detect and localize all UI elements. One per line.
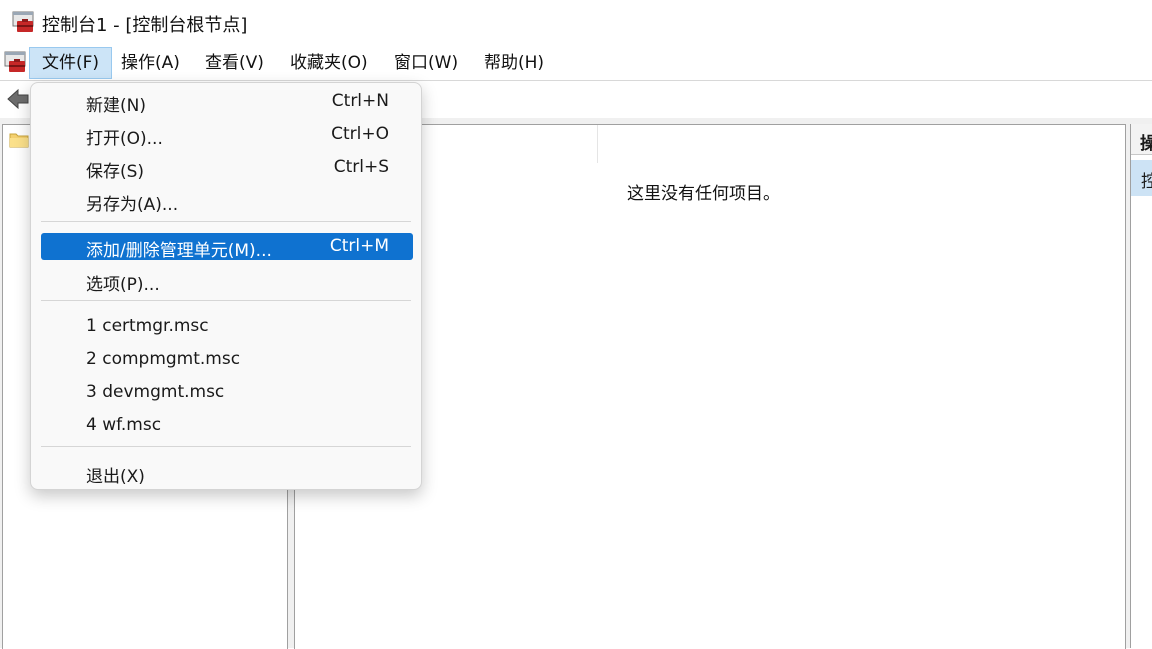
menu-action[interactable]: 操作(A) [109,47,192,79]
back-arrow-icon[interactable] [6,87,30,111]
menu-item-save[interactable]: 保存(S) Ctrl+S [41,154,413,182]
recent-file-certmgr[interactable]: 1 certmgr.msc [41,313,413,340]
menu-separator [41,221,411,222]
title-bar: 控制台1 - [控制台根节点] [0,0,1152,46]
system-menu-icon[interactable] [4,50,28,74]
menu-item-shortcut: Ctrl+O [331,124,389,144]
menu-separator [41,446,411,447]
menu-item-options[interactable]: 选项(P)... [41,267,413,295]
window-title: 控制台1 - [控制台根节点] [42,15,248,36]
folder-icon [9,133,29,148]
menu-separator [41,300,411,301]
menu-item-add-remove-snapin[interactable]: 添加/删除管理单元(M)... Ctrl+M [41,233,413,261]
menu-item-label: 3 devmgmt.msc [86,382,225,402]
menu-item-shortcut: Ctrl+S [333,157,389,177]
menu-item-new[interactable]: 新建(N) Ctrl+N [41,88,413,116]
actions-header-label: 操 [1140,129,1152,154]
menu-item-shortcut: Ctrl+N [331,91,389,111]
actions-selected-item[interactable]: 控 [1131,160,1152,196]
recent-file-compmgmt[interactable]: 2 compmgmt.msc [41,346,413,373]
menu-item-label: 退出(X) [86,467,145,487]
mmc-app-icon [12,11,34,32]
menu-item-label: 添加/删除管理单元(M)... [86,241,272,261]
menu-view[interactable]: 查看(V) [193,47,276,79]
menu-item-label: 选项(P)... [86,275,160,295]
recent-file-devmgmt[interactable]: 3 devmgmt.msc [41,379,413,406]
menu-item-exit[interactable]: 退出(X) [41,459,413,487]
menu-item-label: 打开(O)... [86,129,163,149]
recent-file-wf[interactable]: 4 wf.msc [41,412,413,439]
menu-file[interactable]: 文件(F) [29,47,113,79]
actions-selected-label: 控 [1141,167,1152,192]
menu-item-label: 另存为(A)... [86,195,179,215]
menu-bar: 文件(F) 操作(A) 查看(V) 收藏夹(O) 窗口(W) 帮助(H) [0,46,1152,81]
menu-help[interactable]: 帮助(H) [472,47,556,79]
menu-item-label: 保存(S) [86,162,145,182]
menu-window[interactable]: 窗口(W) [382,47,470,79]
menu-item-label: 2 compmgmt.msc [86,349,241,369]
menu-item-open[interactable]: 打开(O)... Ctrl+O [41,121,413,149]
file-menu-dropdown: 新建(N) Ctrl+N 打开(O)... Ctrl+O 保存(S) Ctrl+… [30,82,422,490]
menu-item-save-as[interactable]: 另存为(A)... [41,187,413,215]
menu-item-label: 4 wf.msc [86,415,162,435]
menu-favorites[interactable]: 收藏夹(O) [278,47,380,79]
actions-pane[interactable]: 操 控 [1130,124,1152,648]
menu-item-shortcut: Ctrl+M [329,236,389,256]
menu-item-label: 1 certmgr.msc [86,316,209,336]
empty-message: 这里没有任何项目。 [627,184,780,204]
actions-header: 操 [1131,124,1152,155]
menu-item-label: 新建(N) [86,96,146,116]
